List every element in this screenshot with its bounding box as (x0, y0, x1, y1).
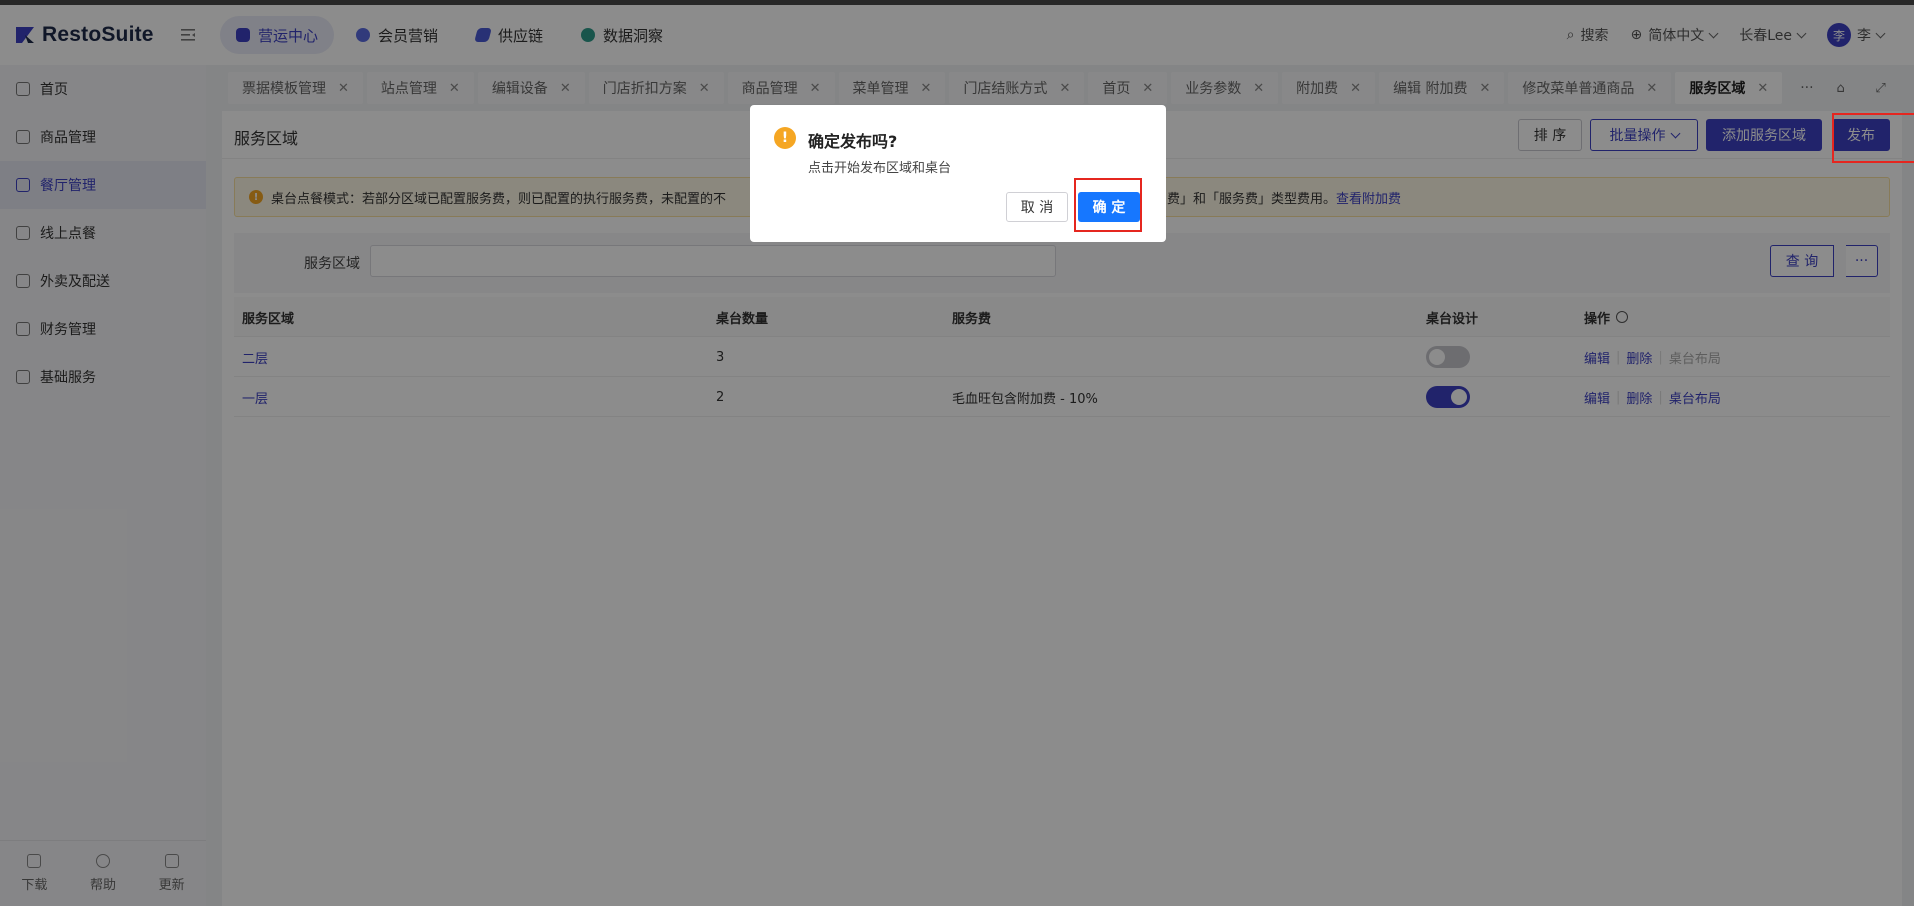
highlight-publish (1832, 113, 1914, 163)
cancel-button[interactable]: 取 消 (1006, 192, 1068, 222)
warning-icon: ! (774, 127, 796, 149)
highlight-confirm (1074, 178, 1142, 232)
dialog-title: 确定发布吗? (808, 132, 898, 151)
confirm-dialog: ! 确定发布吗? 点击开始发布区域和桌台 取 消 确 定 (750, 105, 1166, 242)
dialog-message: 点击开始发布区域和桌台 (808, 161, 952, 176)
